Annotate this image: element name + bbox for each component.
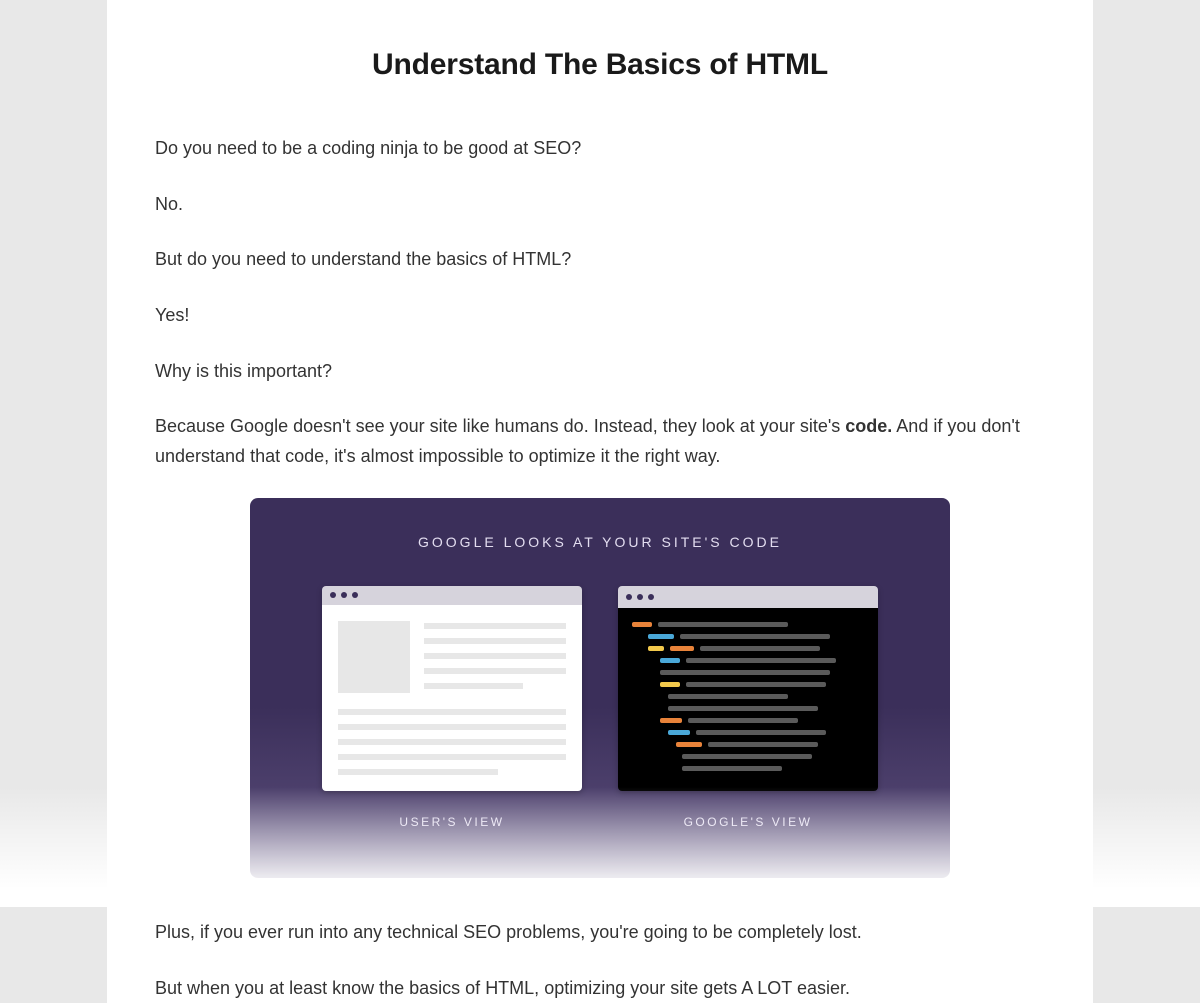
window-dot-icon [626,594,632,600]
article-page: Understand The Basics of HTML Do you nee… [107,0,1093,1003]
code-browser-mock [618,586,878,791]
paragraph: But when you at least know the basics of… [155,974,1045,1003]
browser-chrome [618,586,878,608]
infographic-panels: USER'S VIEW [250,586,950,829]
browser-chrome [322,586,582,605]
code-body [618,608,878,791]
google-view-label: GOOGLE'S VIEW [684,815,813,829]
window-dot-icon [352,592,358,598]
window-dot-icon [648,594,654,600]
user-body [322,605,582,791]
user-browser-mock [322,586,582,791]
paragraph: Plus, if you ever run into any technical… [155,918,1045,948]
window-dot-icon [330,592,336,598]
window-dot-icon [637,594,643,600]
section-heading: Understand The Basics of HTML [155,48,1045,82]
window-dot-icon [341,592,347,598]
paragraph-text: Because Google doesn't see your site lik… [155,416,845,436]
google-view-column: GOOGLE'S VIEW [618,586,878,829]
user-view-label: USER'S VIEW [399,815,504,829]
paragraph: Do you need to be a coding ninja to be g… [155,134,1045,164]
image-placeholder-icon [338,621,410,693]
paragraph: Yes! [155,301,1045,331]
infographic-container: GOOGLE LOOKS AT YOUR SITE'S CODE [155,498,1045,878]
infographic: GOOGLE LOOKS AT YOUR SITE'S CODE [250,498,950,878]
infographic-title: GOOGLE LOOKS AT YOUR SITE'S CODE [250,534,950,550]
paragraph: But do you need to understand the basics… [155,245,1045,275]
paragraph: Because Google doesn't see your site lik… [155,412,1045,471]
paragraph: Why is this important? [155,357,1045,387]
paragraph: No. [155,190,1045,220]
bold-text: code. [845,416,892,436]
user-view-column: USER'S VIEW [322,586,582,829]
